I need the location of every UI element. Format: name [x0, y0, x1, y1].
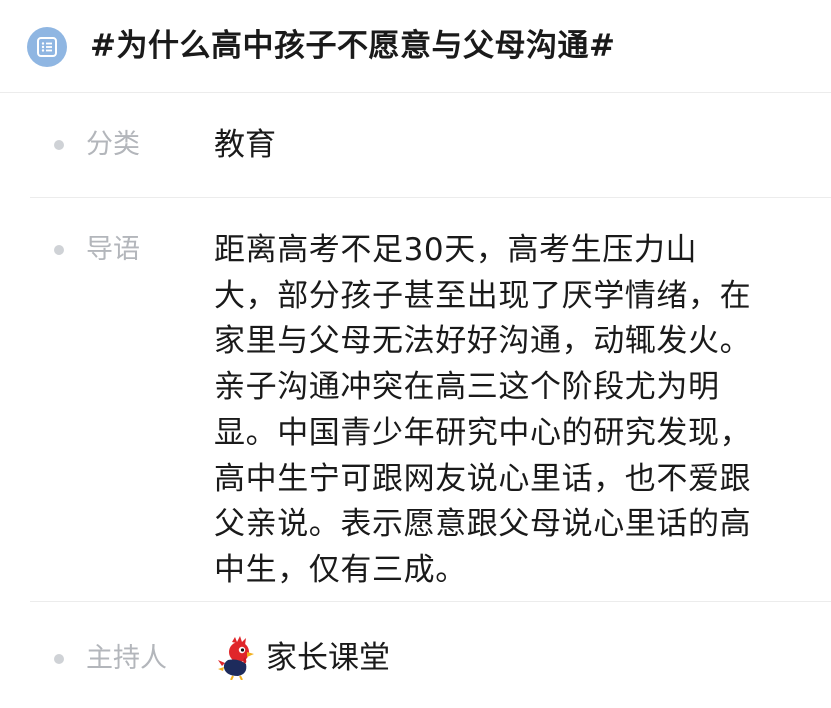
topic-title[interactable]: #为什么高中孩子不愿意与父母沟通#	[90, 24, 615, 68]
intro-line: 中生，仅有三成。	[214, 551, 467, 588]
bullet-dot	[54, 654, 64, 664]
category-label: 分类	[86, 129, 140, 160]
intro-row: 导语 距离高考不足30天，高考生压力山 大，部分孩子甚至出现了厌学情绪，在 家里…	[30, 198, 831, 601]
topic-header: #为什么高中孩子不愿意与父母沟通#	[0, 0, 831, 93]
intro-line: 父亲说。表示愿意跟父母说心里话的高	[214, 506, 752, 543]
intro-line: 显。中国青少年研究中心的研究发现，	[214, 414, 752, 451]
host-row: 主持人 家长课堂	[30, 602, 831, 708]
bullet-dot	[54, 140, 64, 150]
intro-line: 大，部分孩子甚至出现了厌学情绪，在	[214, 277, 752, 314]
category-row: 分类 教育	[30, 92, 831, 197]
host-name[interactable]: 家长课堂	[266, 638, 390, 678]
intro-line: 亲子沟通冲突在高三这个阶段尤为明	[214, 369, 720, 406]
host-label: 主持人	[86, 643, 167, 674]
rooster-avatar-icon[interactable]	[218, 636, 258, 680]
intro-text: 距离高考不足30天，高考生压力山 大，部分孩子甚至出现了厌学情绪，在 家里与父母…	[214, 228, 814, 594]
bullet-dot	[54, 245, 64, 255]
list-icon[interactable]	[27, 27, 67, 67]
category-value: 教育	[214, 127, 276, 163]
intro-line: 距离高考不足30天，高考生压力山	[214, 232, 698, 268]
intro-line: 家里与父母无法好好沟通，动辄发火。	[214, 323, 752, 360]
intro-line: 高中生宁可跟网友说心里话，也不爱跟	[214, 460, 752, 497]
intro-label: 导语	[86, 234, 140, 265]
